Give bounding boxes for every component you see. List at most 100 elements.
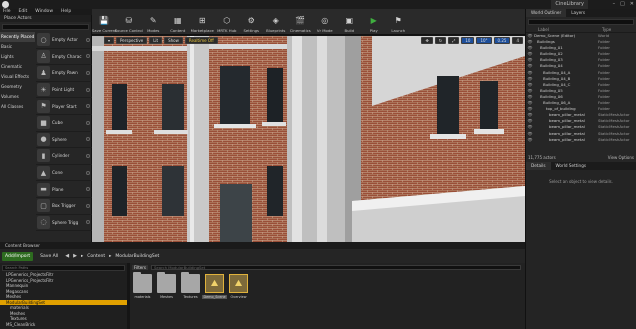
tree-folder-item[interactable]: MS_CleanBrick: [0, 322, 127, 328]
place-actors-title[interactable]: Place Actors: [0, 15, 91, 22]
actor-item[interactable]: ▲ Cone: [36, 165, 92, 182]
info-icon: [86, 170, 90, 175]
cinematics-button[interactable]: 🎬 Cinematics: [288, 9, 313, 34]
category-basic[interactable]: Basic: [0, 42, 35, 52]
title-bar: CineLibrary – □ ✕: [0, 0, 636, 9]
pawn-icon: ♟: [37, 66, 50, 80]
save-icon: 💾: [99, 16, 110, 25]
actor-item[interactable]: ▬ Plane: [36, 181, 92, 198]
perspective-button[interactable]: Perspective: [116, 37, 148, 44]
category-geometry[interactable]: Geometry: [0, 82, 35, 92]
save-all-button[interactable]: Save All: [37, 252, 61, 261]
forward-icon[interactable]: ▶: [73, 253, 77, 259]
scale-snap-value[interactable]: 0.25: [493, 37, 511, 44]
actor-item[interactable]: ♙ Empty Charac: [36, 49, 92, 66]
sources-panel: Search Paths LPGenerics_ProjectsFiltr LPG…: [0, 263, 127, 329]
snap-controls: ✥ ↻ ⤢ 10 10° 0.25 4: [421, 37, 523, 44]
asset-tile-textures[interactable]: Textures: [180, 272, 201, 304]
launch-button[interactable]: ⚑ Launch: [386, 9, 411, 34]
actor-item[interactable]: ■ Cube: [36, 115, 92, 132]
actor-item[interactable]: ⚑ Player Start: [36, 98, 92, 115]
actor-item[interactable]: ● Sphere: [36, 132, 92, 149]
marketplace-icon: ⊞: [198, 16, 206, 25]
source-control-button[interactable]: ⛁ Source Control: [115, 9, 143, 34]
lit-button[interactable]: Lit: [149, 37, 163, 44]
category-list: Recently Placed Basic Lights Cinematic V…: [0, 32, 35, 112]
show-button[interactable]: Show: [164, 37, 183, 44]
player-start-icon: ⚑: [37, 99, 50, 113]
rotate-tool-icon[interactable]: ↻: [434, 37, 447, 44]
breadcrumb-content[interactable]: Content: [87, 254, 105, 259]
tab-layers[interactable]: Layers: [566, 9, 590, 17]
back-icon[interactable]: ◀: [65, 253, 69, 259]
info-icon: [86, 54, 90, 59]
tab-world-outliner[interactable]: World Outliner: [526, 9, 567, 17]
level-viewport[interactable]: ▾ Perspective Lit Show Realtime Off ✥ ↻ …: [92, 36, 525, 242]
breadcrumb-modular-building-set[interactable]: ModularBuildingSet: [115, 254, 159, 259]
main-toolbar: 💾 Save Current ⛁ Source Control ✎ Modes ▦ Co…: [92, 9, 525, 35]
blueprints-button[interactable]: ◈ Blueprints: [264, 9, 289, 34]
rotation-snap-value[interactable]: 10°: [476, 37, 492, 44]
viewport-options-button[interactable]: ▾: [104, 37, 115, 44]
tab-world-settings[interactable]: World Settings: [551, 162, 592, 170]
visibility-eye-icon[interactable]: 👁: [526, 137, 534, 143]
category-visual-effects[interactable]: Visual Effects: [0, 72, 35, 82]
actor-item[interactable]: ☀ Point Light: [36, 82, 92, 99]
add-import-button[interactable]: Add/Import: [2, 251, 34, 261]
launch-icon: ⚑: [394, 16, 402, 25]
asset-tiles: materials Meshes Textures ⛰ Demo_Scene ⛰ O…: [130, 272, 525, 306]
category-volumes[interactable]: Volumes: [0, 92, 35, 102]
outliner-search-input[interactable]: [528, 19, 634, 25]
filters-button[interactable]: Filters: [132, 265, 148, 270]
realtime-button[interactable]: Realtime Off: [184, 37, 218, 44]
asset-tile-meshes[interactable]: Meshes: [156, 272, 177, 304]
scale-tool-icon[interactable]: ⤢: [448, 37, 460, 44]
outliner-row[interactable]: 👁 beam_pillar_metal StaticMeshActor: [526, 137, 636, 143]
modes-button[interactable]: ✎ Modes: [141, 9, 166, 34]
asset-search-input[interactable]: Search ModularBuildingSet: [151, 265, 521, 270]
settings-button[interactable]: ⚙ Settings: [239, 9, 264, 34]
vr-mode-button[interactable]: ◎ Vr Mode: [313, 9, 338, 34]
actor-item[interactable]: ♟ Empty Pawn: [36, 65, 92, 82]
source-control-icon: ⛁: [125, 16, 133, 25]
translate-tool-icon[interactable]: ✥: [421, 37, 433, 44]
project-tab[interactable]: CineLibrary: [551, 0, 588, 9]
category-recently-placed[interactable]: Recently Placed: [0, 32, 35, 42]
search-paths-input[interactable]: Search Paths: [2, 265, 125, 271]
tab-details[interactable]: Details: [526, 162, 551, 170]
play-button[interactable]: ▶ Play: [362, 9, 387, 34]
grid-snap-value[interactable]: 10: [461, 37, 475, 44]
info-icon: [86, 37, 90, 42]
close-icon[interactable]: ✕: [630, 1, 634, 7]
actor-item[interactable]: ▮ Cylinder: [36, 148, 92, 165]
build-icon: ▣: [345, 16, 354, 25]
category-all-classes[interactable]: All Classes: [0, 102, 35, 112]
content-browser-tab[interactable]: Content Browser: [0, 242, 525, 249]
outliner-rows: 👁 Demo_Scene (Editor) World 👁 Buildings Folde…: [526, 33, 636, 143]
place-actors-panel: Place Actors Recently Placed Basic Light…: [0, 15, 92, 242]
place-actors-search-input[interactable]: [2, 24, 89, 30]
actor-item[interactable]: ○ Empty Actor: [36, 32, 92, 49]
mrtk-hub-button[interactable]: ⬡ MRTK Hub: [215, 9, 240, 34]
column-type[interactable]: Type: [602, 27, 611, 32]
marketplace-button[interactable]: ⊞ Marketplace: [190, 9, 215, 34]
camera-speed-value[interactable]: 4: [512, 37, 523, 44]
asset-tile-materials[interactable]: materials: [132, 272, 153, 304]
category-cinematic[interactable]: Cinematic: [0, 62, 35, 72]
sphere-trigger-icon: ◌: [37, 215, 50, 229]
scene-render: [92, 36, 525, 242]
category-lights[interactable]: Lights: [0, 52, 35, 62]
actor-item[interactable]: ▢ Box Trigger: [36, 198, 92, 215]
actor-item[interactable]: ◌ Sphere Trigg: [36, 215, 92, 232]
content-button[interactable]: ▦ Content: [166, 9, 191, 34]
asset-tile-demo-scene[interactable]: ⛰ Demo_Scene: [202, 274, 227, 304]
info-icon: [86, 120, 90, 125]
asset-tile-overview[interactable]: ⛰ Overview: [228, 274, 249, 304]
maximize-icon[interactable]: □: [620, 1, 625, 7]
minimize-icon[interactable]: –: [613, 1, 616, 7]
view-options-button[interactable]: View Options: [608, 155, 634, 160]
folder-icon: ▸: [80, 253, 84, 259]
save-current-button[interactable]: 💾 Save Current: [92, 9, 117, 34]
build-button[interactable]: ▣ Build: [337, 9, 362, 34]
column-label[interactable]: Label: [538, 27, 602, 32]
